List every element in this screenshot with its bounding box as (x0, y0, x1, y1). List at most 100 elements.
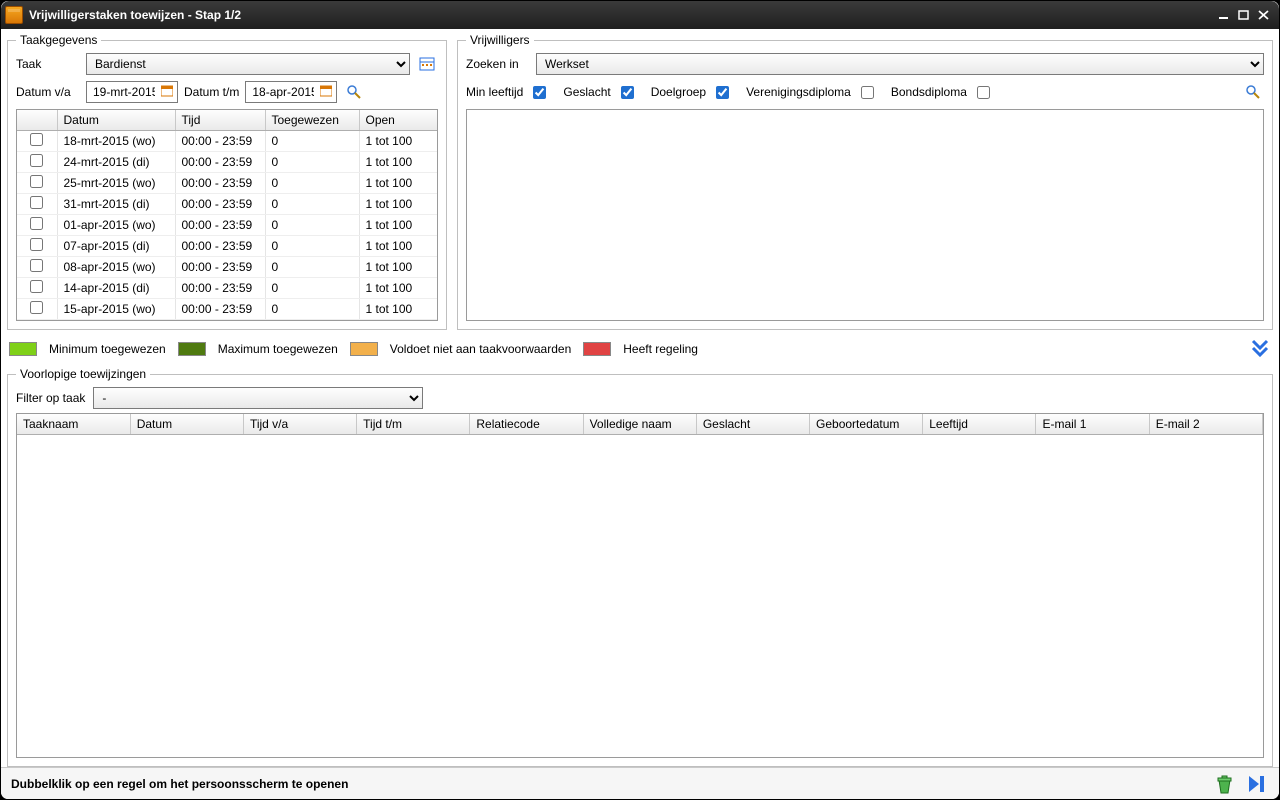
calendar-icon[interactable] (161, 85, 175, 99)
assign-col[interactable]: E-mail 1 (1036, 414, 1149, 435)
assign-col[interactable]: Tijd v/a (243, 414, 356, 435)
vrijwilligers-legend: Vrijwilligers (466, 33, 534, 47)
cell-open: 1 tot 100 (359, 299, 438, 320)
cell-toegewezen: 0 (265, 299, 359, 320)
legend-strip: Minimum toegewezen Maximum toegewezen Vo… (7, 332, 1273, 365)
geslacht-checkbox[interactable] (621, 86, 634, 99)
cell-toegewezen: 0 (265, 215, 359, 236)
row-checkbox[interactable] (30, 259, 43, 272)
table-row[interactable]: 14-apr-2015 (di)00:00 - 23:5901 tot 100 (17, 278, 438, 299)
zoeken-in-select[interactable]: Werkset (536, 53, 1264, 75)
vrijwilligers-group: Vrijwilligers Zoeken in Werkset Min leef… (457, 33, 1273, 330)
assign-col[interactable]: E-mail 2 (1149, 414, 1262, 435)
table-row[interactable]: 08-apr-2015 (wo)00:00 - 23:5901 tot 100 (17, 257, 438, 278)
taakgegevens-group: Taakgegevens Taak Bardienst Datum v/a (7, 33, 447, 330)
cell-datum: 01-apr-2015 (wo) (57, 215, 175, 236)
cell-tijd: 00:00 - 23:59 (175, 152, 265, 173)
app-icon (5, 6, 23, 24)
titlebar: Vrijwilligerstaken toewijzen - Stap 1/2 (1, 1, 1279, 29)
filter-op-taak-label: Filter op taak (16, 391, 85, 405)
table-row[interactable]: 07-apr-2015 (di)00:00 - 23:5901 tot 100 (17, 236, 438, 257)
assign-col[interactable]: Leeftijd (923, 414, 1036, 435)
table-row[interactable]: 01-apr-2015 (wo)00:00 - 23:5901 tot 100 (17, 215, 438, 236)
assign-col[interactable]: Geslacht (696, 414, 809, 435)
cell-datum: 24-mrt-2015 (di) (57, 152, 175, 173)
row-checkbox[interactable] (30, 196, 43, 209)
verenigingsdiploma-label: Verenigingsdiploma (746, 85, 851, 99)
cell-tijd: 00:00 - 23:59 (175, 194, 265, 215)
doelgroep-checkbox[interactable] (716, 86, 729, 99)
min-leeftijd-checkbox[interactable] (533, 86, 546, 99)
doelgroep-label: Doelgroep (651, 85, 706, 99)
col-datum[interactable]: Datum (57, 110, 175, 131)
cell-datum: 18-mrt-2015 (wo) (57, 131, 175, 152)
toewijzingen-table[interactable]: TaaknaamDatumTijd v/aTijd t/mRelatiecode… (17, 414, 1263, 435)
table-row[interactable]: 18-mrt-2015 (wo)00:00 - 23:5901 tot 100 (17, 131, 438, 152)
row-checkbox[interactable] (30, 301, 43, 314)
table-row[interactable]: 15-apr-2015 (wo)00:00 - 23:5901 tot 100 (17, 299, 438, 320)
cell-tijd: 00:00 - 23:59 (175, 173, 265, 194)
row-checkbox[interactable] (30, 280, 43, 293)
cell-toegewezen: 0 (265, 236, 359, 257)
col-tijd[interactable]: Tijd (175, 110, 265, 131)
maximize-button[interactable] (1235, 7, 1253, 23)
assign-col[interactable]: Datum (130, 414, 243, 435)
assign-col[interactable]: Tijd t/m (357, 414, 470, 435)
datum-tm-field[interactable] (250, 84, 316, 100)
legend-regeling-label: Heeft regeling (623, 342, 698, 356)
trash-icon[interactable] (1213, 773, 1235, 795)
calendar-icon[interactable] (320, 85, 334, 99)
col-open[interactable]: Open (359, 110, 438, 131)
cell-datum: 15-apr-2015 (wo) (57, 299, 175, 320)
taak-select[interactable]: Bardienst (86, 53, 410, 75)
cell-open: 1 tot 100 (359, 131, 438, 152)
row-checkbox[interactable] (30, 133, 43, 146)
table-row[interactable]: 24-mrt-2015 (di)00:00 - 23:5901 tot 100 (17, 152, 438, 173)
assign-col[interactable]: Geboortedatum (810, 414, 923, 435)
verenigingsdiploma-checkbox[interactable] (861, 86, 874, 99)
row-checkbox[interactable] (30, 238, 43, 251)
row-checkbox[interactable] (30, 154, 43, 167)
table-row[interactable]: 31-mrt-2015 (di)00:00 - 23:5901 tot 100 (17, 194, 438, 215)
next-step-icon[interactable] (1245, 772, 1269, 796)
cell-open: 1 tot 100 (359, 236, 438, 257)
datum-va-field[interactable] (91, 84, 157, 100)
row-checkbox[interactable] (30, 217, 43, 230)
swatch-regeling (583, 342, 611, 356)
assign-col[interactable]: Taaknaam (17, 414, 130, 435)
assign-col[interactable]: Volledige naam (583, 414, 696, 435)
legend-novoor-label: Voldoet niet aan taakvoorwaarden (390, 342, 571, 356)
cell-tijd: 00:00 - 23:59 (175, 236, 265, 257)
datum-va-label: Datum v/a (16, 85, 80, 99)
swatch-min (9, 342, 37, 356)
minimize-button[interactable] (1215, 7, 1233, 23)
close-button[interactable] (1255, 7, 1273, 23)
datum-tm-input[interactable] (245, 81, 337, 103)
zoeken-in-label: Zoeken in (466, 57, 530, 71)
row-checkbox[interactable] (30, 175, 43, 188)
datum-va-input[interactable] (86, 81, 178, 103)
filter-op-taak-select[interactable]: - (93, 387, 423, 409)
taakgegevens-search-icon[interactable] (343, 81, 365, 103)
expand-down-icon[interactable] (1249, 336, 1271, 361)
status-hint: Dubbelklik op een regel om het persoonss… (11, 777, 348, 791)
col-toegewezen[interactable]: Toegewezen (265, 110, 359, 131)
taakgegevens-legend: Taakgegevens (16, 33, 101, 47)
assign-col[interactable]: Relatiecode (470, 414, 583, 435)
table-row[interactable]: 25-mrt-2015 (wo)00:00 - 23:5901 tot 100 (17, 173, 438, 194)
cell-open: 1 tot 100 (359, 215, 438, 236)
taak-calendar-grid-icon[interactable] (416, 53, 438, 75)
voorlopige-legend: Voorlopige toewijzingen (16, 367, 150, 381)
cell-tijd: 00:00 - 23:59 (175, 278, 265, 299)
cell-open: 1 tot 100 (359, 152, 438, 173)
cell-toegewezen: 0 (265, 173, 359, 194)
vrijwilligers-grid[interactable] (466, 109, 1264, 321)
col-check[interactable] (17, 110, 57, 131)
window-title: Vrijwilligerstaken toewijzen - Stap 1/2 (29, 8, 241, 22)
voorlopige-toewijzingen-group: Voorlopige toewijzingen Filter op taak -… (7, 367, 1273, 767)
taak-label: Taak (16, 57, 80, 71)
taak-table[interactable]: Datum Tijd Toegewezen Open 18-mrt-2015 (… (17, 110, 438, 320)
vrijwilligers-search-icon[interactable] (1242, 81, 1264, 103)
bondsdiploma-checkbox[interactable] (977, 86, 990, 99)
cell-tijd: 00:00 - 23:59 (175, 131, 265, 152)
